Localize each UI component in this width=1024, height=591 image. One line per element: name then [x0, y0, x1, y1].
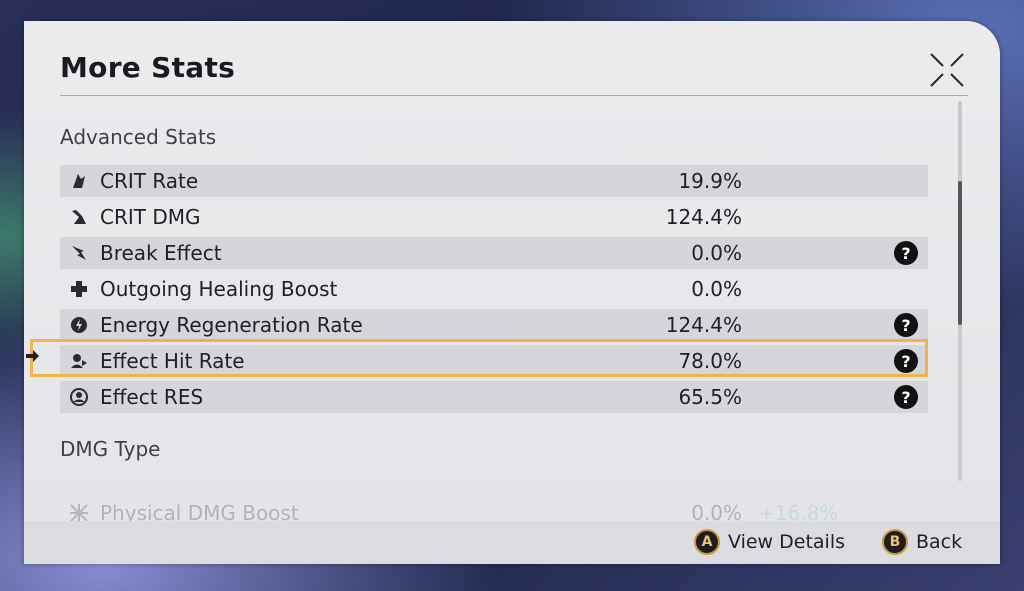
- stat-value: 65.5%: [678, 385, 742, 409]
- stat-value: 0.0%: [691, 241, 742, 265]
- stat-row-energy-regeneration-rate[interactable]: Energy Regeneration Rate 124.4% ?: [60, 309, 928, 341]
- effect-hit-rate-icon: [68, 350, 90, 372]
- section-title-dmg-type: DMG Type: [60, 437, 161, 461]
- stat-row-outgoing-healing-boost[interactable]: Outgoing Healing Boost 0.0%: [60, 273, 928, 305]
- help-button[interactable]: ?: [894, 241, 918, 265]
- stat-value: 19.9%: [678, 169, 742, 193]
- stat-row-crit-dmg[interactable]: CRIT DMG 124.4%: [60, 201, 928, 233]
- stat-row-break-effect[interactable]: Break Effect 0.0% ?: [60, 237, 928, 269]
- stat-label: Effect RES: [100, 385, 204, 409]
- more-stats-panel: More Stats Advanced Stats CRIT Rate 19.9…: [24, 21, 1000, 564]
- stat-value: 0.0%: [691, 277, 742, 301]
- stat-label: Energy Regeneration Rate: [100, 313, 363, 337]
- help-button[interactable]: ?: [894, 385, 918, 409]
- stats-list[interactable]: Advanced Stats CRIT Rate 19.9% CRIT DMG …: [60, 113, 940, 521]
- section-title-advanced-stats: Advanced Stats: [60, 125, 217, 149]
- close-icon: [930, 53, 964, 87]
- a-button-icon: A: [694, 529, 720, 555]
- healing-cross-icon: [68, 278, 90, 300]
- stat-value: 124.4%: [665, 205, 742, 229]
- energy-regen-icon: [68, 314, 90, 336]
- view-details-button[interactable]: A View Details: [694, 529, 845, 555]
- stat-label: Effect Hit Rate: [100, 349, 245, 373]
- stat-label: Physical DMG Boost: [100, 501, 299, 521]
- footer-bar: A View Details B Back: [24, 521, 1000, 564]
- scrollbar-thumb[interactable]: [958, 181, 962, 325]
- physical-dmg-icon: [68, 502, 90, 521]
- effect-res-icon: [68, 386, 90, 408]
- b-button-icon: B: [882, 529, 908, 555]
- back-button[interactable]: B Back: [882, 529, 962, 555]
- stat-row-effect-hit-rate[interactable]: Effect Hit Rate 78.0% ?: [60, 345, 928, 377]
- help-button[interactable]: ?: [894, 313, 918, 337]
- title-divider: [60, 95, 968, 96]
- crit-dmg-icon: [68, 206, 90, 228]
- stat-value: 124.4%: [665, 313, 742, 337]
- page-title: More Stats: [60, 51, 236, 84]
- stat-row-effect-res[interactable]: Effect RES 65.5% ?: [60, 381, 928, 413]
- back-label: Back: [916, 531, 963, 553]
- stat-label: Outgoing Healing Boost: [100, 277, 338, 301]
- break-effect-icon: [68, 242, 90, 264]
- stat-row-crit-rate[interactable]: CRIT Rate 19.9%: [60, 165, 928, 197]
- stat-value: 0.0%: [691, 501, 742, 521]
- crit-rate-icon: [68, 170, 90, 192]
- selection-arrow-icon: [26, 350, 39, 362]
- stat-label: CRIT DMG: [100, 205, 201, 229]
- stat-row-physical-dmg-boost[interactable]: Physical DMG Boost 0.0% +16.8%: [60, 497, 928, 521]
- stat-label: Break Effect: [100, 241, 222, 265]
- stat-value: 78.0%: [678, 349, 742, 373]
- view-details-label: View Details: [728, 531, 845, 553]
- stat-label: CRIT Rate: [100, 169, 199, 193]
- help-button[interactable]: ?: [894, 349, 918, 373]
- close-button[interactable]: [927, 50, 967, 90]
- stat-bonus: +16.8%: [758, 501, 839, 521]
